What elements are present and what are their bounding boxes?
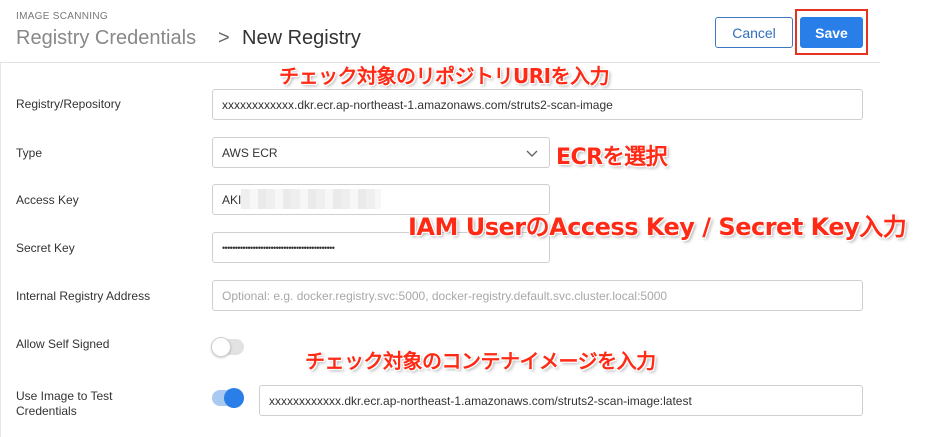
access-key-value: AKI [222,192,242,207]
registry-label: Registry/Repository [16,97,121,111]
internal-address-label: Internal Registry Address [16,289,151,303]
annotation-keys: IAM UserのAccess Key / Secret Key入力 [408,213,907,241]
save-button[interactable]: Save [800,17,863,48]
use-image-label-line1: Use Image to Test [16,389,113,403]
breadcrumb-parent-link[interactable]: Registry Credentials [16,26,196,50]
page-header: IMAGE SCANNING Registry Credentials > Ne… [0,0,949,62]
toggle-knob [224,388,244,408]
internal-address-input[interactable]: Optional: e.g. docker.registry.svc:5000,… [212,280,863,311]
secret-key-label: Secret Key [16,241,75,255]
type-select[interactable]: AWS ECR [212,137,550,168]
annotation-ecr-select: ECRを選択 [556,145,668,170]
type-selected-value: AWS ECR [222,145,278,160]
breadcrumb-separator: > [218,27,230,49]
allow-self-signed-toggle[interactable] [211,337,244,357]
test-image-input[interactable]: xxxxxxxxxxxx.dkr.ecr.ap-northeast-1.amaz… [259,385,863,416]
registry-input[interactable]: xxxxxxxxxxxx.dkr.ecr.ap-northeast-1.amaz… [212,89,863,120]
form-left-border [0,63,1,437]
use-image-toggle[interactable] [212,388,244,408]
type-label: Type [16,146,43,160]
chevron-down-icon [526,150,538,157]
use-image-label: Use Image to Test Credentials [16,389,113,419]
annotation-container-image: チェック対象のコンテナイメージを入力 [305,349,656,373]
allow-self-signed-label: Allow Self Signed [16,337,110,351]
access-key-label: Access Key [16,193,79,207]
toggle-knob [211,337,231,357]
cancel-button[interactable]: Cancel [715,17,793,48]
redacted-key-mask [241,189,381,209]
annotation-repo-uri: チェック対象のリポジトリURIを入力 [279,64,610,88]
page-title: New Registry [242,27,361,49]
use-image-label-line2: Credentials [16,404,77,418]
section-label: IMAGE SCANNING [16,11,108,22]
